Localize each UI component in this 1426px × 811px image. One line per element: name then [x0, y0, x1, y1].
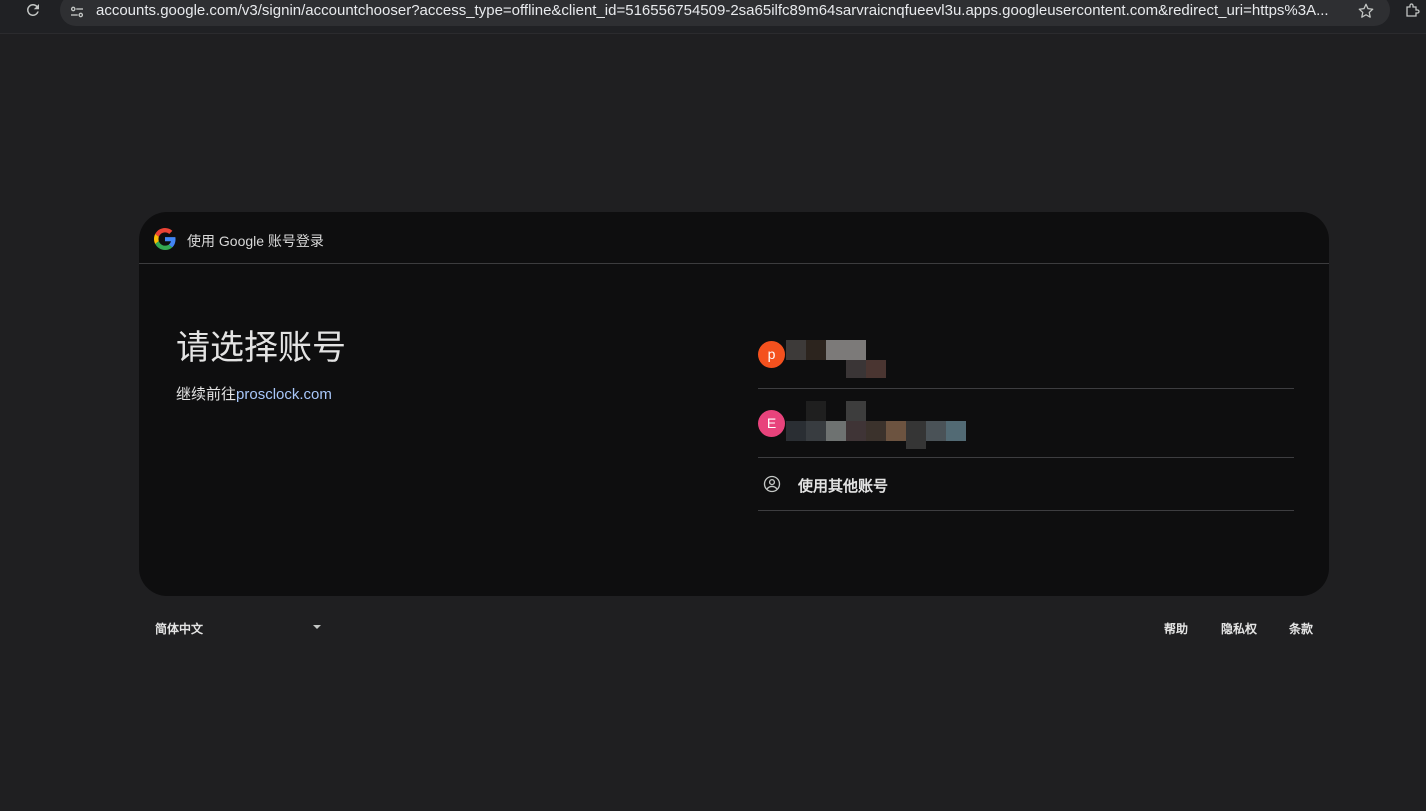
use-another-account-button[interactable]: 使用其他账号	[758, 458, 1294, 511]
url-text[interactable]: accounts.google.com/v3/signin/accountcho…	[96, 2, 1346, 20]
language-selector[interactable]: 简体中文	[155, 620, 203, 637]
card-header: 使用 Google 账号登录	[139, 212, 1329, 264]
avatar: E	[758, 410, 785, 437]
subtitle-prefix: 继续前往	[176, 386, 237, 403]
account-chooser-card: 使用 Google 账号登录 请选择账号 继续前往prosclock.com p…	[139, 212, 1329, 596]
site-info-icon[interactable]	[68, 3, 86, 21]
account-row[interactable]: E	[758, 389, 1294, 458]
page-title: 请选择账号	[176, 329, 346, 367]
use-another-account-label: 使用其他账号	[798, 478, 889, 495]
page-subtitle: 继续前往prosclock.com	[176, 383, 332, 404]
browser-toolbar: ◂ accounts.google.com/v3/signin/accountc…	[0, 0, 1426, 34]
help-link[interactable]: 帮助	[1164, 620, 1188, 637]
back-arrow-icon[interactable]: ◂	[0, 3, 8, 17]
reload-icon[interactable]	[24, 1, 42, 19]
privacy-link[interactable]: 隐私权	[1221, 620, 1257, 637]
bookmark-star-icon[interactable]	[1357, 2, 1375, 20]
google-g-logo-icon	[154, 228, 176, 250]
extensions-puzzle-icon[interactable]	[1404, 1, 1422, 19]
caret-down-icon[interactable]	[311, 623, 323, 631]
account-list: p E 使用其他账号	[758, 332, 1294, 511]
account-row[interactable]: p	[758, 332, 1294, 389]
address-bar[interactable]: accounts.google.com/v3/signin/accountcho…	[60, 0, 1390, 26]
header-title: 使用 Google 账号登录	[187, 233, 324, 249]
destination-site-link[interactable]: prosclock.com	[236, 386, 332, 403]
terms-link[interactable]: 条款	[1289, 620, 1313, 637]
account-circle-icon	[763, 475, 781, 493]
avatar: p	[758, 341, 785, 368]
